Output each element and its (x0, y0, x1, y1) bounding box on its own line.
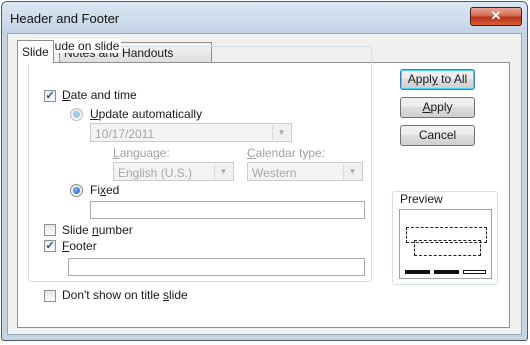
calendar-type-dropdown[interactable]: Western ▼ (247, 162, 363, 181)
chevron-down-icon: ▼ (272, 125, 290, 140)
close-button[interactable]: ✕ (470, 7, 522, 26)
dont-show-title-slide-label: Don't show on title slide (62, 288, 188, 302)
preview-content-placeholder (414, 240, 481, 256)
apply-to-all-button[interactable]: Apply to All (400, 69, 475, 90)
update-automatically-label: Update automatically (90, 107, 203, 121)
calendar-type-value: Western (252, 166, 297, 180)
fixed-date-input[interactable] (90, 201, 365, 219)
calendar-type-label: Calendar type: (247, 146, 326, 160)
language-label: Language: (113, 146, 170, 160)
date-time-checkbox[interactable]: ✓ (44, 90, 56, 102)
footer-label: Footer (62, 239, 97, 253)
check-icon: ✓ (45, 90, 55, 102)
fixed-label: Fixed (90, 183, 120, 197)
slide-number-checkbox[interactable] (44, 224, 56, 236)
footer-checkbox[interactable]: ✓ (44, 240, 56, 252)
title-bar[interactable]: Header and Footer ✕ (2, 2, 527, 34)
dont-show-title-slide-checkbox[interactable] (44, 290, 56, 302)
preview-label: Preview (398, 192, 445, 206)
date-time-label: Date and time (62, 88, 137, 102)
chevron-down-icon: ▼ (214, 164, 232, 179)
update-automatically-radio[interactable] (70, 108, 83, 121)
close-icon: ✕ (490, 8, 502, 23)
footer-text-input[interactable] (68, 258, 365, 276)
language-dropdown[interactable]: English (U.S.) ▼ (113, 162, 234, 181)
date-format-dropdown[interactable]: 10/17/2011 ▼ (90, 123, 292, 142)
date-format-value: 10/17/2011 (95, 127, 155, 141)
fixed-radio[interactable] (70, 184, 83, 197)
slide-number-label: Slide number (62, 223, 133, 237)
preview-footer-placeholder (434, 270, 459, 274)
apply-button[interactable]: Apply (400, 97, 475, 118)
cancel-button[interactable]: Cancel (400, 125, 475, 146)
check-icon: ✓ (45, 240, 55, 252)
slide-preview (399, 209, 492, 279)
window-title: Header and Footer (10, 11, 120, 26)
chevron-down-icon: ▼ (343, 164, 361, 179)
preview-slide-number-placeholder (463, 270, 486, 274)
language-value: English (U.S.) (118, 166, 193, 180)
preview-date-placeholder (405, 270, 430, 274)
tab-slide[interactable]: Slide (17, 40, 54, 63)
tab-slide-label: Slide (22, 45, 49, 59)
header-footer-dialog: Header and Footer ✕ Slide Notes and Hand… (1, 1, 528, 341)
